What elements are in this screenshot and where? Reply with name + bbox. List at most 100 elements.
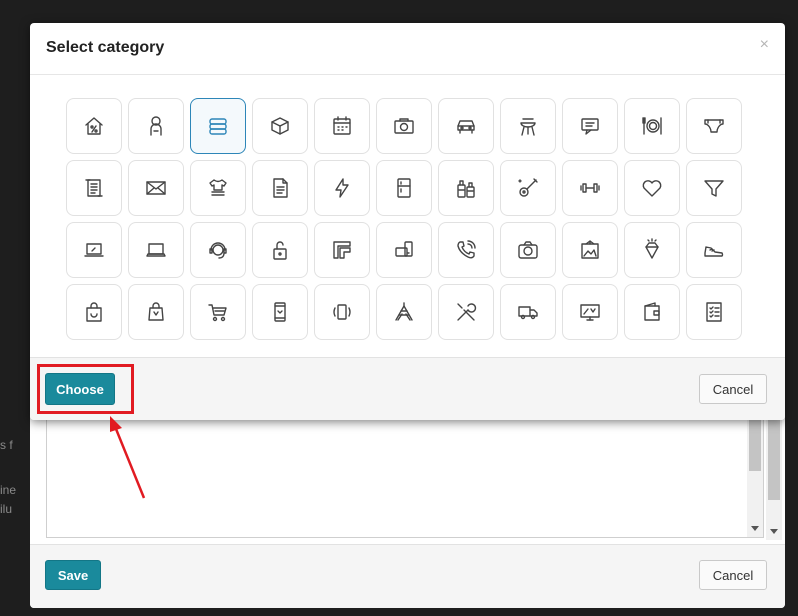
category-tile[interactable] xyxy=(686,222,742,278)
category-tile[interactable] xyxy=(562,284,618,340)
background-edge-text: s f xyxy=(0,438,13,452)
category-tile[interactable] xyxy=(128,222,184,278)
close-icon[interactable]: × xyxy=(760,37,769,53)
shopping-cart-icon xyxy=(208,304,227,322)
category-tile[interactable] xyxy=(562,160,618,216)
wallet-phone-icon xyxy=(395,241,413,257)
background-form-footer xyxy=(30,544,785,608)
category-tile[interactable] xyxy=(128,160,184,216)
gift-bag-icon xyxy=(148,302,164,321)
checklist-icon xyxy=(706,302,722,322)
category-tile[interactable] xyxy=(128,98,184,154)
diaper-icon xyxy=(704,119,724,133)
guitar-icon xyxy=(518,178,538,197)
select-category-dialog: Select category × Choose Cancel xyxy=(30,23,785,420)
dialog-title: Select category xyxy=(46,39,165,56)
category-tile[interactable] xyxy=(252,160,308,216)
category-tile[interactable] xyxy=(66,284,122,340)
category-tile[interactable] xyxy=(376,98,432,154)
bottles-icon xyxy=(457,180,475,198)
category-tile[interactable] xyxy=(624,98,680,154)
category-tile[interactable] xyxy=(376,222,432,278)
category-tile[interactable] xyxy=(252,284,308,340)
chat-icon xyxy=(581,118,599,135)
category-tile[interactable] xyxy=(190,160,246,216)
category-tile[interactable] xyxy=(500,284,556,340)
tv-icon xyxy=(580,304,600,321)
phone-vibrate-icon xyxy=(333,304,351,320)
delivery-truck-icon xyxy=(518,306,538,320)
category-tile[interactable] xyxy=(500,160,556,216)
picture-icon xyxy=(581,240,599,259)
category-tile[interactable] xyxy=(376,160,432,216)
category-tile[interactable] xyxy=(686,98,742,154)
document-icon xyxy=(273,178,288,198)
calendar-icon xyxy=(333,116,351,135)
category-tile[interactable] xyxy=(562,98,618,154)
textarea-scroll-thumb[interactable] xyxy=(749,411,761,471)
camera-icon xyxy=(394,118,414,134)
annotation-highlight-box xyxy=(37,364,134,414)
category-tile[interactable] xyxy=(314,284,370,340)
category-tile[interactable] xyxy=(314,222,370,278)
photo-camera-icon xyxy=(518,241,538,259)
category-tile[interactable] xyxy=(190,98,246,154)
category-tile[interactable] xyxy=(190,222,246,278)
grill-icon xyxy=(520,118,536,136)
envelope-icon xyxy=(146,181,166,195)
category-tile[interactable] xyxy=(252,222,308,278)
smartphone-icon xyxy=(274,302,286,322)
category-tile[interactable] xyxy=(252,98,308,154)
category-tile[interactable] xyxy=(438,284,494,340)
category-tile[interactable] xyxy=(438,222,494,278)
background-edge-text: ilu xyxy=(0,502,13,516)
annotation-arrow xyxy=(110,416,146,499)
cancel-button[interactable]: Cancel xyxy=(699,374,767,404)
dumbbell-icon xyxy=(580,183,600,193)
category-tile[interactable] xyxy=(686,160,742,216)
category-tile[interactable] xyxy=(686,284,742,340)
baby-icon xyxy=(150,116,162,136)
car-icon xyxy=(457,120,475,134)
category-tile[interactable] xyxy=(438,98,494,154)
lightning-icon xyxy=(335,178,349,198)
tools-icon xyxy=(457,303,477,321)
scroll-icon xyxy=(85,179,103,197)
house-percent-icon xyxy=(85,117,103,135)
box-icon xyxy=(271,117,289,135)
category-tile[interactable] xyxy=(128,284,184,340)
category-tile[interactable] xyxy=(66,160,122,216)
category-tile[interactable] xyxy=(314,160,370,216)
dinner-plate-icon xyxy=(642,117,662,135)
category-tile[interactable] xyxy=(66,98,122,154)
diamond-icon xyxy=(645,238,659,259)
scroll-down-icon[interactable] xyxy=(770,529,778,534)
category-tile[interactable] xyxy=(190,284,246,340)
dialog-header: Select category × xyxy=(30,23,785,75)
clothes-icon xyxy=(209,179,227,196)
heart-icon xyxy=(642,180,662,197)
scroll-down-icon[interactable] xyxy=(751,526,759,531)
fridge-icon xyxy=(397,178,411,198)
category-tile[interactable] xyxy=(500,222,556,278)
background-cancel-button[interactable]: Cancel xyxy=(699,560,767,590)
category-tile[interactable] xyxy=(562,222,618,278)
sneaker-icon xyxy=(704,246,724,257)
laptop-icon xyxy=(146,243,166,257)
wallet-icon xyxy=(644,302,660,321)
funnel-icon xyxy=(704,180,724,197)
page-scrollbar[interactable] xyxy=(766,400,782,540)
category-tile[interactable] xyxy=(66,222,122,278)
save-button[interactable]: Save xyxy=(45,560,101,590)
category-tile[interactable] xyxy=(624,160,680,216)
category-tile[interactable] xyxy=(376,284,432,340)
category-tile[interactable] xyxy=(314,98,370,154)
category-tile[interactable] xyxy=(500,98,556,154)
category-tile[interactable] xyxy=(438,160,494,216)
category-tile[interactable] xyxy=(624,284,680,340)
laptop-speed-icon xyxy=(84,243,104,257)
category-tile[interactable] xyxy=(624,222,680,278)
category-icon-grid xyxy=(66,98,746,344)
unlock-icon xyxy=(273,241,287,260)
textarea-scrollbar[interactable] xyxy=(747,411,763,537)
